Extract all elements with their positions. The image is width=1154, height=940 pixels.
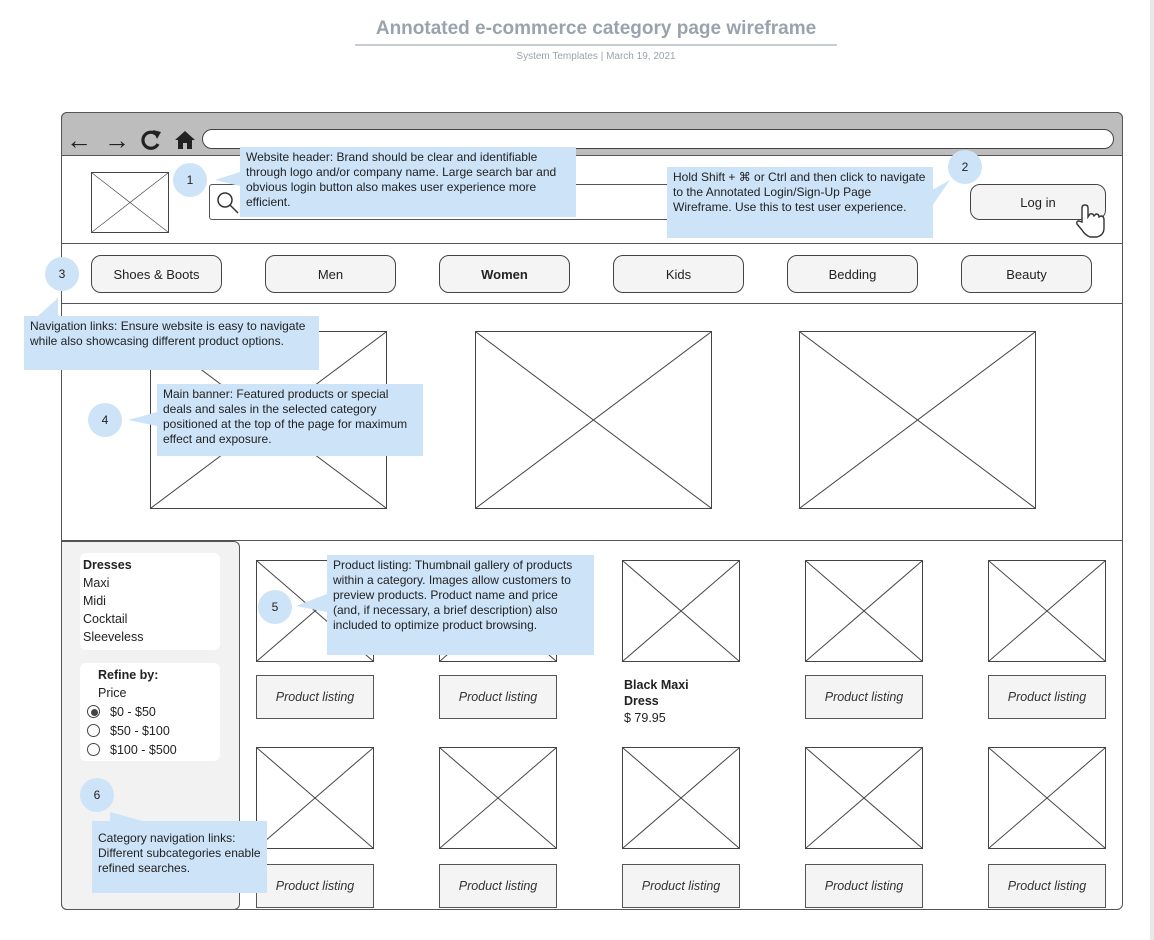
annotation-badge-2: 2	[948, 150, 982, 184]
scrollbar-edge	[1150, 0, 1154, 940]
product-image[interactable]	[256, 747, 374, 849]
refine-title: Refine by:	[98, 668, 159, 682]
title-divider	[355, 44, 837, 46]
refine-field-label: Price	[98, 686, 127, 700]
price-radio-0-50[interactable]	[87, 705, 100, 718]
reload-icon[interactable]	[140, 128, 162, 152]
banner-image-3[interactable]	[799, 331, 1036, 509]
category-title: Dresses	[83, 558, 132, 572]
nav-bedding[interactable]: Bedding	[787, 255, 918, 293]
logo-placeholder[interactable]	[91, 172, 169, 233]
product-listing-button[interactable]: Product listing	[988, 675, 1106, 719]
annotation-category-links: Category navigation links: Different sub…	[92, 821, 267, 893]
annotation-badge-5: 5	[258, 590, 292, 624]
annotation-badge-1: 1	[173, 163, 207, 197]
product-listing-button[interactable]: Product listing	[256, 675, 374, 719]
page-subtitle: System Templates | March 19, 2021	[516, 51, 676, 62]
nav-men[interactable]: Men	[265, 255, 396, 293]
product-listing-button[interactable]: Product listing	[805, 864, 923, 908]
forward-arrow-icon[interactable]: →	[104, 127, 130, 153]
product-price: $ 79.95	[624, 711, 666, 725]
nav-kids[interactable]: Kids	[613, 255, 744, 293]
header-divider	[62, 243, 1122, 244]
product-image[interactable]	[622, 560, 740, 662]
back-arrow-icon[interactable]: ←	[66, 127, 92, 153]
annotation-badge-3: 3	[45, 257, 79, 291]
subcategory-link-sleeveless[interactable]: Sleeveless	[83, 628, 143, 646]
product-image[interactable]	[805, 747, 923, 849]
product-name[interactable]: Black Maxi Dress	[624, 677, 734, 709]
subcategory-link-midi[interactable]: Midi	[83, 592, 106, 610]
annotation-header: Website header: Brand should be clear an…	[240, 147, 576, 217]
annotation-navigation: Navigation links: Ensure website is easy…	[24, 316, 319, 370]
product-listing-button[interactable]: Product listing	[439, 675, 557, 719]
price-option-label: $50 - $100	[110, 724, 170, 738]
page-title: Annotated e-commerce category page wiref…	[375, 18, 817, 39]
banner-image-2[interactable]	[475, 331, 712, 509]
product-listing-button[interactable]: Product listing	[988, 864, 1106, 908]
nav-women[interactable]: Women	[439, 255, 570, 293]
price-radio-100-500[interactable]	[87, 743, 100, 756]
price-radio-50-100[interactable]	[87, 724, 100, 737]
annotation-badge-6: 6	[80, 778, 114, 812]
product-image[interactable]	[622, 747, 740, 849]
product-listing-button[interactable]: Product listing	[805, 675, 923, 719]
product-image[interactable]	[805, 560, 923, 662]
annotation-banner: Main banner: Featured products or specia…	[157, 384, 423, 456]
annotation-badge-4: 4	[88, 403, 122, 437]
product-listing-button[interactable]: Product listing	[256, 864, 374, 908]
address-bar[interactable]	[202, 129, 1114, 149]
annotation-login: Hold Shift + ⌘ or Ctrl and then click to…	[667, 167, 933, 238]
nav-beauty[interactable]: Beauty	[961, 255, 1092, 293]
product-listing-button[interactable]: Product listing	[622, 864, 740, 908]
search-icon[interactable]	[215, 190, 241, 216]
nav-shoes-boots[interactable]: Shoes & Boots	[91, 255, 222, 293]
product-image[interactable]	[988, 560, 1106, 662]
product-listing-button[interactable]: Product listing	[439, 864, 557, 908]
nav-divider	[62, 303, 1122, 304]
pointer-hand-icon	[1072, 202, 1112, 240]
home-icon[interactable]	[174, 130, 196, 150]
price-option-label: $100 - $500	[110, 743, 177, 757]
annotation-product-listing: Product listing: Thumbnail gallery of pr…	[327, 555, 594, 655]
price-option-label: $0 - $50	[110, 705, 156, 719]
product-image[interactable]	[439, 747, 557, 849]
product-image[interactable]	[988, 747, 1106, 849]
subcategory-link-maxi[interactable]: Maxi	[83, 574, 109, 592]
subcategory-link-cocktail[interactable]: Cocktail	[83, 610, 127, 628]
